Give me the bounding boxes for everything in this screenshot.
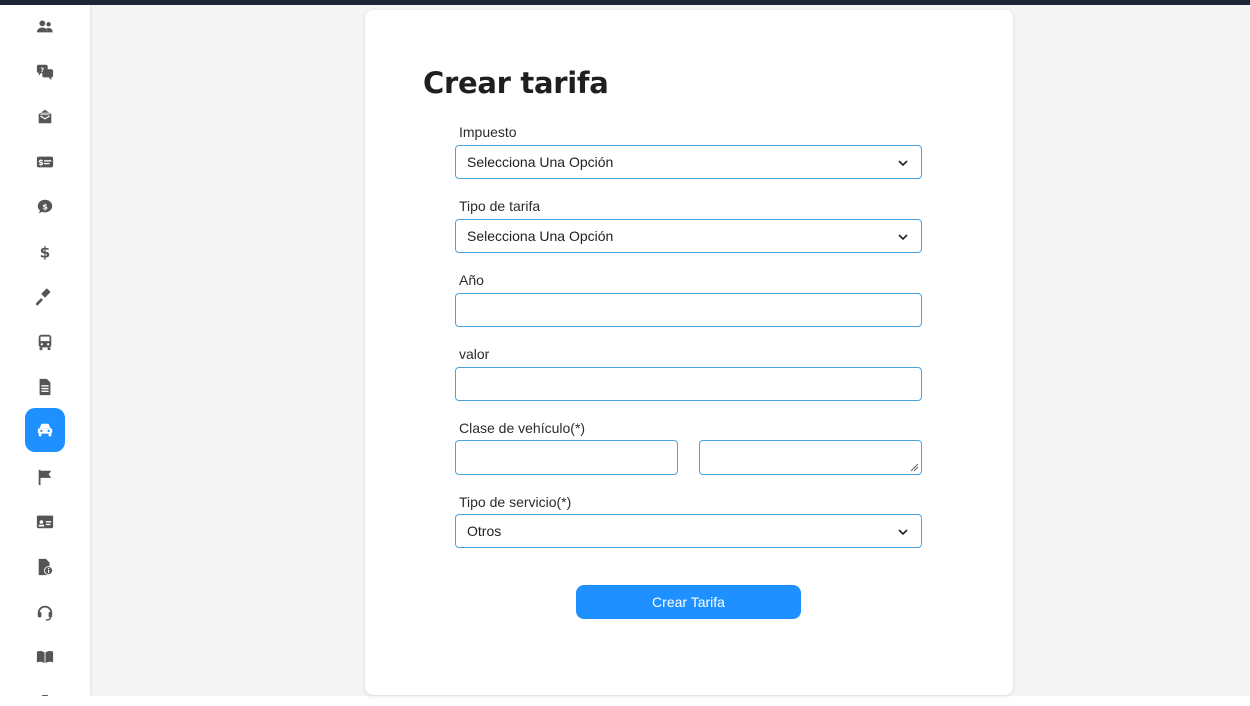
sidebar-item-payments[interactable]: $ (25, 140, 65, 184)
tipo-servicio-selected-value: Otros (467, 523, 502, 539)
sidebar-item-dollar[interactable]: $ (25, 230, 65, 274)
headset-icon (37, 605, 53, 621)
id-card-icon (36, 515, 54, 529)
sidebar-item-manual[interactable] (25, 635, 65, 679)
sidebar-item-file-info[interactable] (25, 545, 65, 589)
sidebar-item-flags[interactable] (25, 455, 65, 499)
valor-label: valor (459, 346, 490, 362)
sidebar-item-id-card[interactable] (25, 500, 65, 544)
sidebar-item-documents[interactable] (25, 365, 65, 409)
comments-question-icon: ? (36, 64, 54, 81)
file-info-icon (38, 558, 54, 576)
tipo-tarifa-label: Tipo de tarifa (459, 198, 541, 214)
gavel-icon (36, 288, 51, 306)
svg-text:$: $ (38, 157, 44, 167)
comment-dollar-icon: $ (37, 199, 53, 214)
anio-input[interactable] (455, 293, 922, 327)
tipo-servicio-label: Tipo de servicio(*) (459, 494, 572, 510)
sidebar-item-support[interactable] (25, 590, 65, 634)
bus-icon (38, 334, 52, 351)
create-rate-form-card: Crear tarifa Impuesto Selecciona Una Opc… (365, 10, 1013, 695)
resize-grip-icon[interactable] (910, 463, 919, 472)
money-check-icon: $ (36, 156, 54, 168)
bottom-strip (0, 696, 1250, 706)
impuesto-select[interactable]: Selecciona Una Opción (455, 145, 922, 179)
clase-vehiculo-input[interactable] (455, 440, 678, 475)
dollar-icon: $ (40, 243, 51, 261)
sidebar: ? $ $ $ (0, 5, 90, 696)
svg-text:?: ? (40, 67, 44, 74)
tipo-tarifa-selected-value: Selecciona Una Opción (467, 228, 614, 244)
page-title: Crear tarifa (423, 66, 609, 100)
inbox-icon (38, 109, 52, 124)
anio-label: Año (459, 272, 484, 288)
file-lines-icon (39, 378, 51, 396)
sidebar-item-briefcase[interactable] (25, 680, 65, 696)
sidebar-item-inbox[interactable] (25, 95, 65, 139)
crear-tarifa-button[interactable]: Crear Tarifa (576, 585, 801, 619)
car-icon (37, 423, 53, 437)
chevron-down-icon (898, 529, 908, 536)
svg-text:$: $ (40, 243, 51, 261)
impuesto-label: Impuesto (459, 124, 517, 140)
impuesto-selected-value: Selecciona Una Opción (467, 154, 614, 170)
flag-icon (38, 469, 52, 486)
valor-input[interactable] (455, 367, 922, 401)
sidebar-item-comment-dollar[interactable]: $ (25, 185, 65, 229)
sidebar-item-users[interactable] (25, 5, 65, 49)
sidebar-item-legal[interactable] (25, 275, 65, 319)
tipo-tarifa-select[interactable]: Selecciona Una Opción (455, 219, 922, 253)
chevron-down-icon (898, 234, 908, 241)
tipo-servicio-select[interactable]: Otros (455, 514, 922, 548)
sidebar-item-bus[interactable] (25, 320, 65, 364)
clase-vehiculo-label: Clase de vehículo(*) (459, 420, 586, 436)
sidebar-item-questions[interactable]: ? (25, 50, 65, 94)
svg-text:$: $ (42, 201, 48, 211)
book-open-icon (36, 651, 54, 664)
users-icon (36, 20, 53, 33)
top-bar (0, 0, 1250, 5)
clase-vehiculo-textarea[interactable] (699, 440, 922, 475)
chevron-down-icon (898, 160, 908, 167)
sidebar-item-vehicles[interactable] (25, 408, 65, 452)
